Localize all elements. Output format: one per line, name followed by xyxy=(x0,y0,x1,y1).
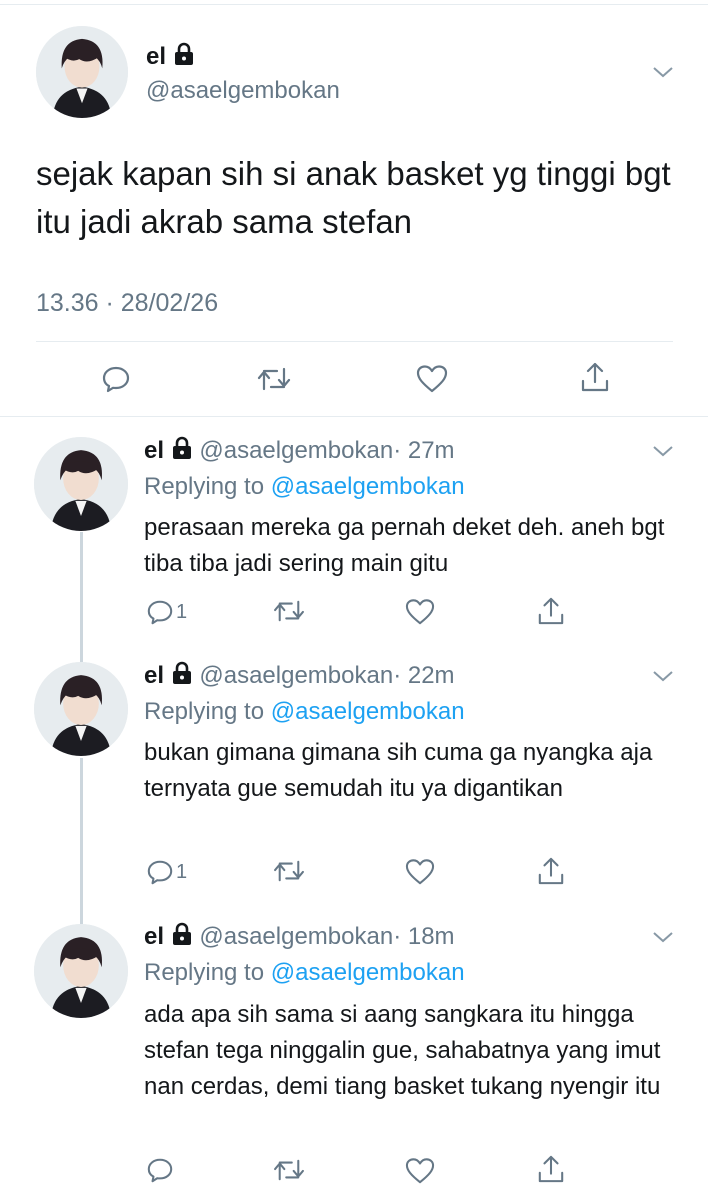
avatar[interactable] xyxy=(34,662,128,756)
share-icon xyxy=(538,1155,564,1183)
reply-button[interactable]: 1 xyxy=(146,598,187,626)
reply-button[interactable]: 1 xyxy=(146,858,187,886)
reply-time: · 27m xyxy=(393,437,455,464)
retweet-icon xyxy=(274,860,304,882)
reply-button[interactable] xyxy=(146,1156,174,1184)
retweet-icon xyxy=(274,600,304,622)
lock-icon xyxy=(173,42,195,74)
replying-to: Replying to @asaelgembokan xyxy=(144,697,465,727)
like-button[interactable] xyxy=(416,364,448,394)
share-icon xyxy=(581,362,609,392)
chevron-down-icon[interactable] xyxy=(652,65,674,79)
author-name: el xyxy=(144,662,165,689)
author-name: el xyxy=(144,437,165,464)
reply-header[interactable]: el @asaelgembokan· 18m xyxy=(144,922,455,954)
author-name-text: el xyxy=(146,43,167,70)
share-button[interactable] xyxy=(580,361,610,393)
replying-to-prefix: Replying to xyxy=(144,473,265,500)
avatar[interactable] xyxy=(36,26,128,118)
like-icon xyxy=(405,1158,435,1184)
like-icon xyxy=(405,599,435,625)
retweet-button[interactable] xyxy=(256,365,292,393)
reply-text: ada apa sih sama si aang sangkara itu hi… xyxy=(144,1001,661,1100)
author-handle: @asaelgembokan xyxy=(199,437,394,464)
replying-to-link[interactable]: @asaelgembokan xyxy=(271,959,465,986)
thread-line xyxy=(80,758,83,924)
author-handle: @asaelgembokan xyxy=(199,662,394,689)
avatar-image xyxy=(34,662,128,756)
author-handle: @asaelgembokan xyxy=(199,923,394,950)
lock-icon xyxy=(171,661,193,693)
avatar[interactable] xyxy=(34,437,128,531)
reply-button[interactable] xyxy=(101,364,131,394)
chevron-down-icon[interactable] xyxy=(652,669,674,683)
like-button[interactable] xyxy=(405,1157,435,1185)
chevron-down-icon[interactable] xyxy=(652,444,674,458)
like-icon xyxy=(405,859,435,885)
reply-text: bukan gimana gimana sih cuma ga nyangka … xyxy=(144,739,653,802)
reply-icon xyxy=(102,366,130,393)
avatar[interactable] xyxy=(34,924,128,1018)
author-name: el xyxy=(144,923,165,950)
retweet-button[interactable] xyxy=(272,858,306,884)
retweet-icon xyxy=(274,1159,304,1181)
reply-icon xyxy=(147,860,173,885)
top-divider xyxy=(0,4,708,5)
lock-icon xyxy=(171,436,193,468)
thread-line xyxy=(80,532,83,662)
reply-icon xyxy=(147,600,173,625)
divider xyxy=(36,341,673,342)
replying-to-link[interactable]: @asaelgembokan xyxy=(271,698,465,725)
reply-count: 1 xyxy=(176,861,188,883)
retweet-button[interactable] xyxy=(272,1157,306,1183)
author-name[interactable]: el xyxy=(146,42,195,74)
avatar-image xyxy=(36,26,128,118)
share-icon xyxy=(538,597,564,625)
like-button[interactable] xyxy=(405,858,435,886)
tweet-timestamp[interactable]: 13.36 · 28/02/26 xyxy=(36,287,218,319)
lock-icon xyxy=(171,922,193,954)
author-handle[interactable]: @asaelgembokan xyxy=(146,76,340,106)
reply-header[interactable]: el @asaelgembokan· 22m xyxy=(144,661,455,693)
share-button[interactable] xyxy=(537,856,565,886)
avatar-image xyxy=(34,924,128,1018)
like-button[interactable] xyxy=(405,598,435,626)
share-button[interactable] xyxy=(537,596,565,626)
replying-to: Replying to @asaelgembokan xyxy=(144,472,465,502)
reply-time: · 22m xyxy=(393,662,455,689)
tweet-text: sejak kapan sih si anak basket yg tinggi… xyxy=(36,155,671,240)
reply-text: perasaan mereka ga pernah deket deh. ane… xyxy=(144,514,665,577)
avatar-image xyxy=(34,437,128,531)
retweet-button[interactable] xyxy=(272,598,306,624)
divider xyxy=(0,416,708,417)
chevron-down-icon[interactable] xyxy=(652,930,674,944)
like-icon xyxy=(416,365,448,393)
retweet-icon xyxy=(257,367,291,391)
share-icon xyxy=(538,857,564,885)
replying-to-link[interactable]: @asaelgembokan xyxy=(271,473,465,500)
replying-to-prefix: Replying to xyxy=(144,959,265,986)
reply-icon xyxy=(147,1158,173,1183)
share-button[interactable] xyxy=(537,1154,565,1184)
reply-header[interactable]: el @asaelgembokan· 27m xyxy=(144,436,455,468)
reply-time: · 18m xyxy=(393,923,455,950)
replying-to: Replying to @asaelgembokan xyxy=(144,958,465,988)
replying-to-prefix: Replying to xyxy=(144,698,265,725)
reply-count: 1 xyxy=(176,601,188,623)
